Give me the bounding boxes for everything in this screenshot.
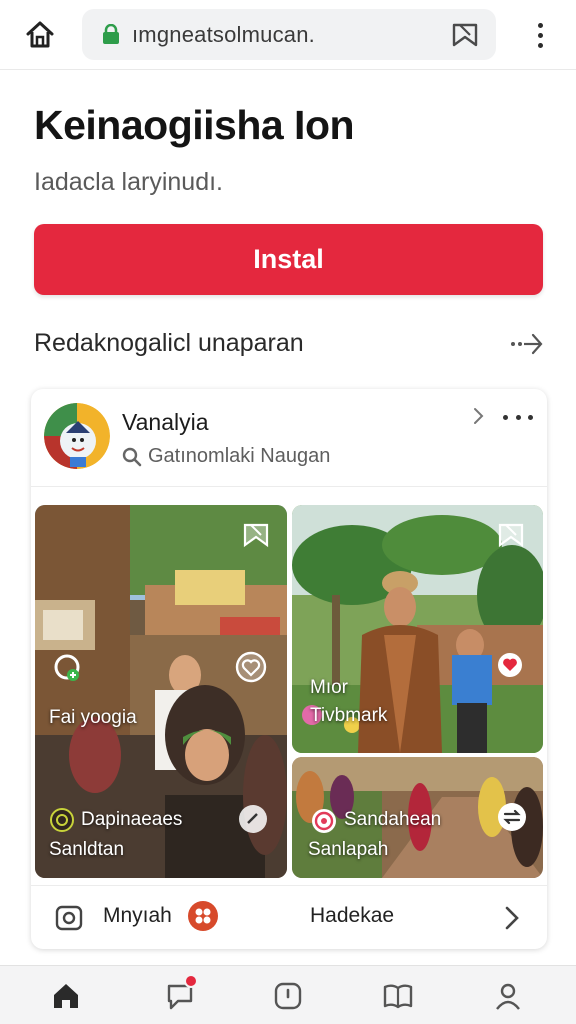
chevron-right-icon[interactable] xyxy=(501,904,523,932)
browser-toolbar: ımgneatsolmucan. xyxy=(0,0,576,70)
tile-caption: Mıor xyxy=(310,677,348,698)
footer-label-right[interactable]: Hadekae xyxy=(310,904,394,928)
section-header[interactable]: Redaknogalicl unaparan xyxy=(34,327,546,361)
photo-tile-palms[interactable]: Mıor Tivbmark xyxy=(292,505,543,753)
card-header: Vanalyia Gatınomlaki Naugan xyxy=(31,389,547,487)
photo-tile-market[interactable]: Fai yoogia Dapinaeaes Sanldtan xyxy=(35,505,287,878)
card-meta: Gatınomlaki Naugan xyxy=(122,445,330,468)
tile-caption: Sanlapah xyxy=(308,839,389,860)
camera-icon[interactable] xyxy=(55,904,83,932)
url-text: ımgneatsolmucan. xyxy=(132,22,315,47)
bookmark-icon[interactable] xyxy=(450,20,480,50)
home-icon[interactable] xyxy=(48,978,84,1014)
avatar[interactable] xyxy=(44,403,110,469)
address-bar[interactable]: ımgneatsolmucan. xyxy=(82,9,496,60)
bookmark-icon[interactable] xyxy=(496,521,526,549)
card-meta-text: Gatınomlaki Naugan xyxy=(148,445,331,467)
bottom-navigation xyxy=(0,965,576,1024)
tile-caption: Tivbmark xyxy=(310,705,388,726)
card-footer: Mnyıah Hadekae xyxy=(31,885,547,949)
more-horiz-icon[interactable] xyxy=(503,407,533,427)
clock-icon[interactable] xyxy=(270,978,306,1014)
chat-icon[interactable] xyxy=(162,974,198,1014)
heart-icon[interactable] xyxy=(235,651,267,683)
home-icon[interactable] xyxy=(22,17,58,53)
app-title: Keinaogiisha Ion xyxy=(34,102,355,148)
target-icon xyxy=(312,809,336,833)
book-icon[interactable] xyxy=(380,978,416,1014)
chevron-right-icon[interactable] xyxy=(467,405,489,427)
spiral-icon xyxy=(50,808,74,832)
app-subtitle: Iadacla laryinudı. xyxy=(34,168,224,196)
refresh-icon[interactable] xyxy=(51,651,83,683)
tile-caption: Sanldtan xyxy=(49,839,125,860)
tile-caption: Fai yoogia xyxy=(49,707,137,728)
profile-icon[interactable] xyxy=(490,978,526,1014)
bookmark-icon[interactable] xyxy=(241,521,271,549)
search-icon xyxy=(122,447,142,466)
lock-icon xyxy=(102,23,120,44)
grid-badge-icon[interactable] xyxy=(188,901,218,931)
chat-bubble-icon[interactable] xyxy=(237,803,269,835)
share-icon[interactable] xyxy=(496,801,528,833)
heart-icon[interactable] xyxy=(496,651,524,679)
card-author-name[interactable]: Vanalyia xyxy=(122,409,209,436)
tile-caption: Dapinaeaes xyxy=(81,809,183,830)
footer-label-left[interactable]: Mnyıah xyxy=(103,904,172,928)
section-title: Redaknogalicl unaparan xyxy=(34,329,304,357)
notification-dot xyxy=(184,974,198,988)
photo-tile-walkway[interactable]: Sandahean Sanlapah xyxy=(292,757,543,878)
install-button[interactable]: Instal xyxy=(34,224,543,295)
more-vert-icon[interactable] xyxy=(526,16,554,54)
arrow-right-icon[interactable] xyxy=(510,331,544,357)
post-card: Vanalyia Gatınomlaki Naugan Fai yoogia D… xyxy=(31,389,547,949)
tile-caption: Sandahean xyxy=(344,809,442,830)
